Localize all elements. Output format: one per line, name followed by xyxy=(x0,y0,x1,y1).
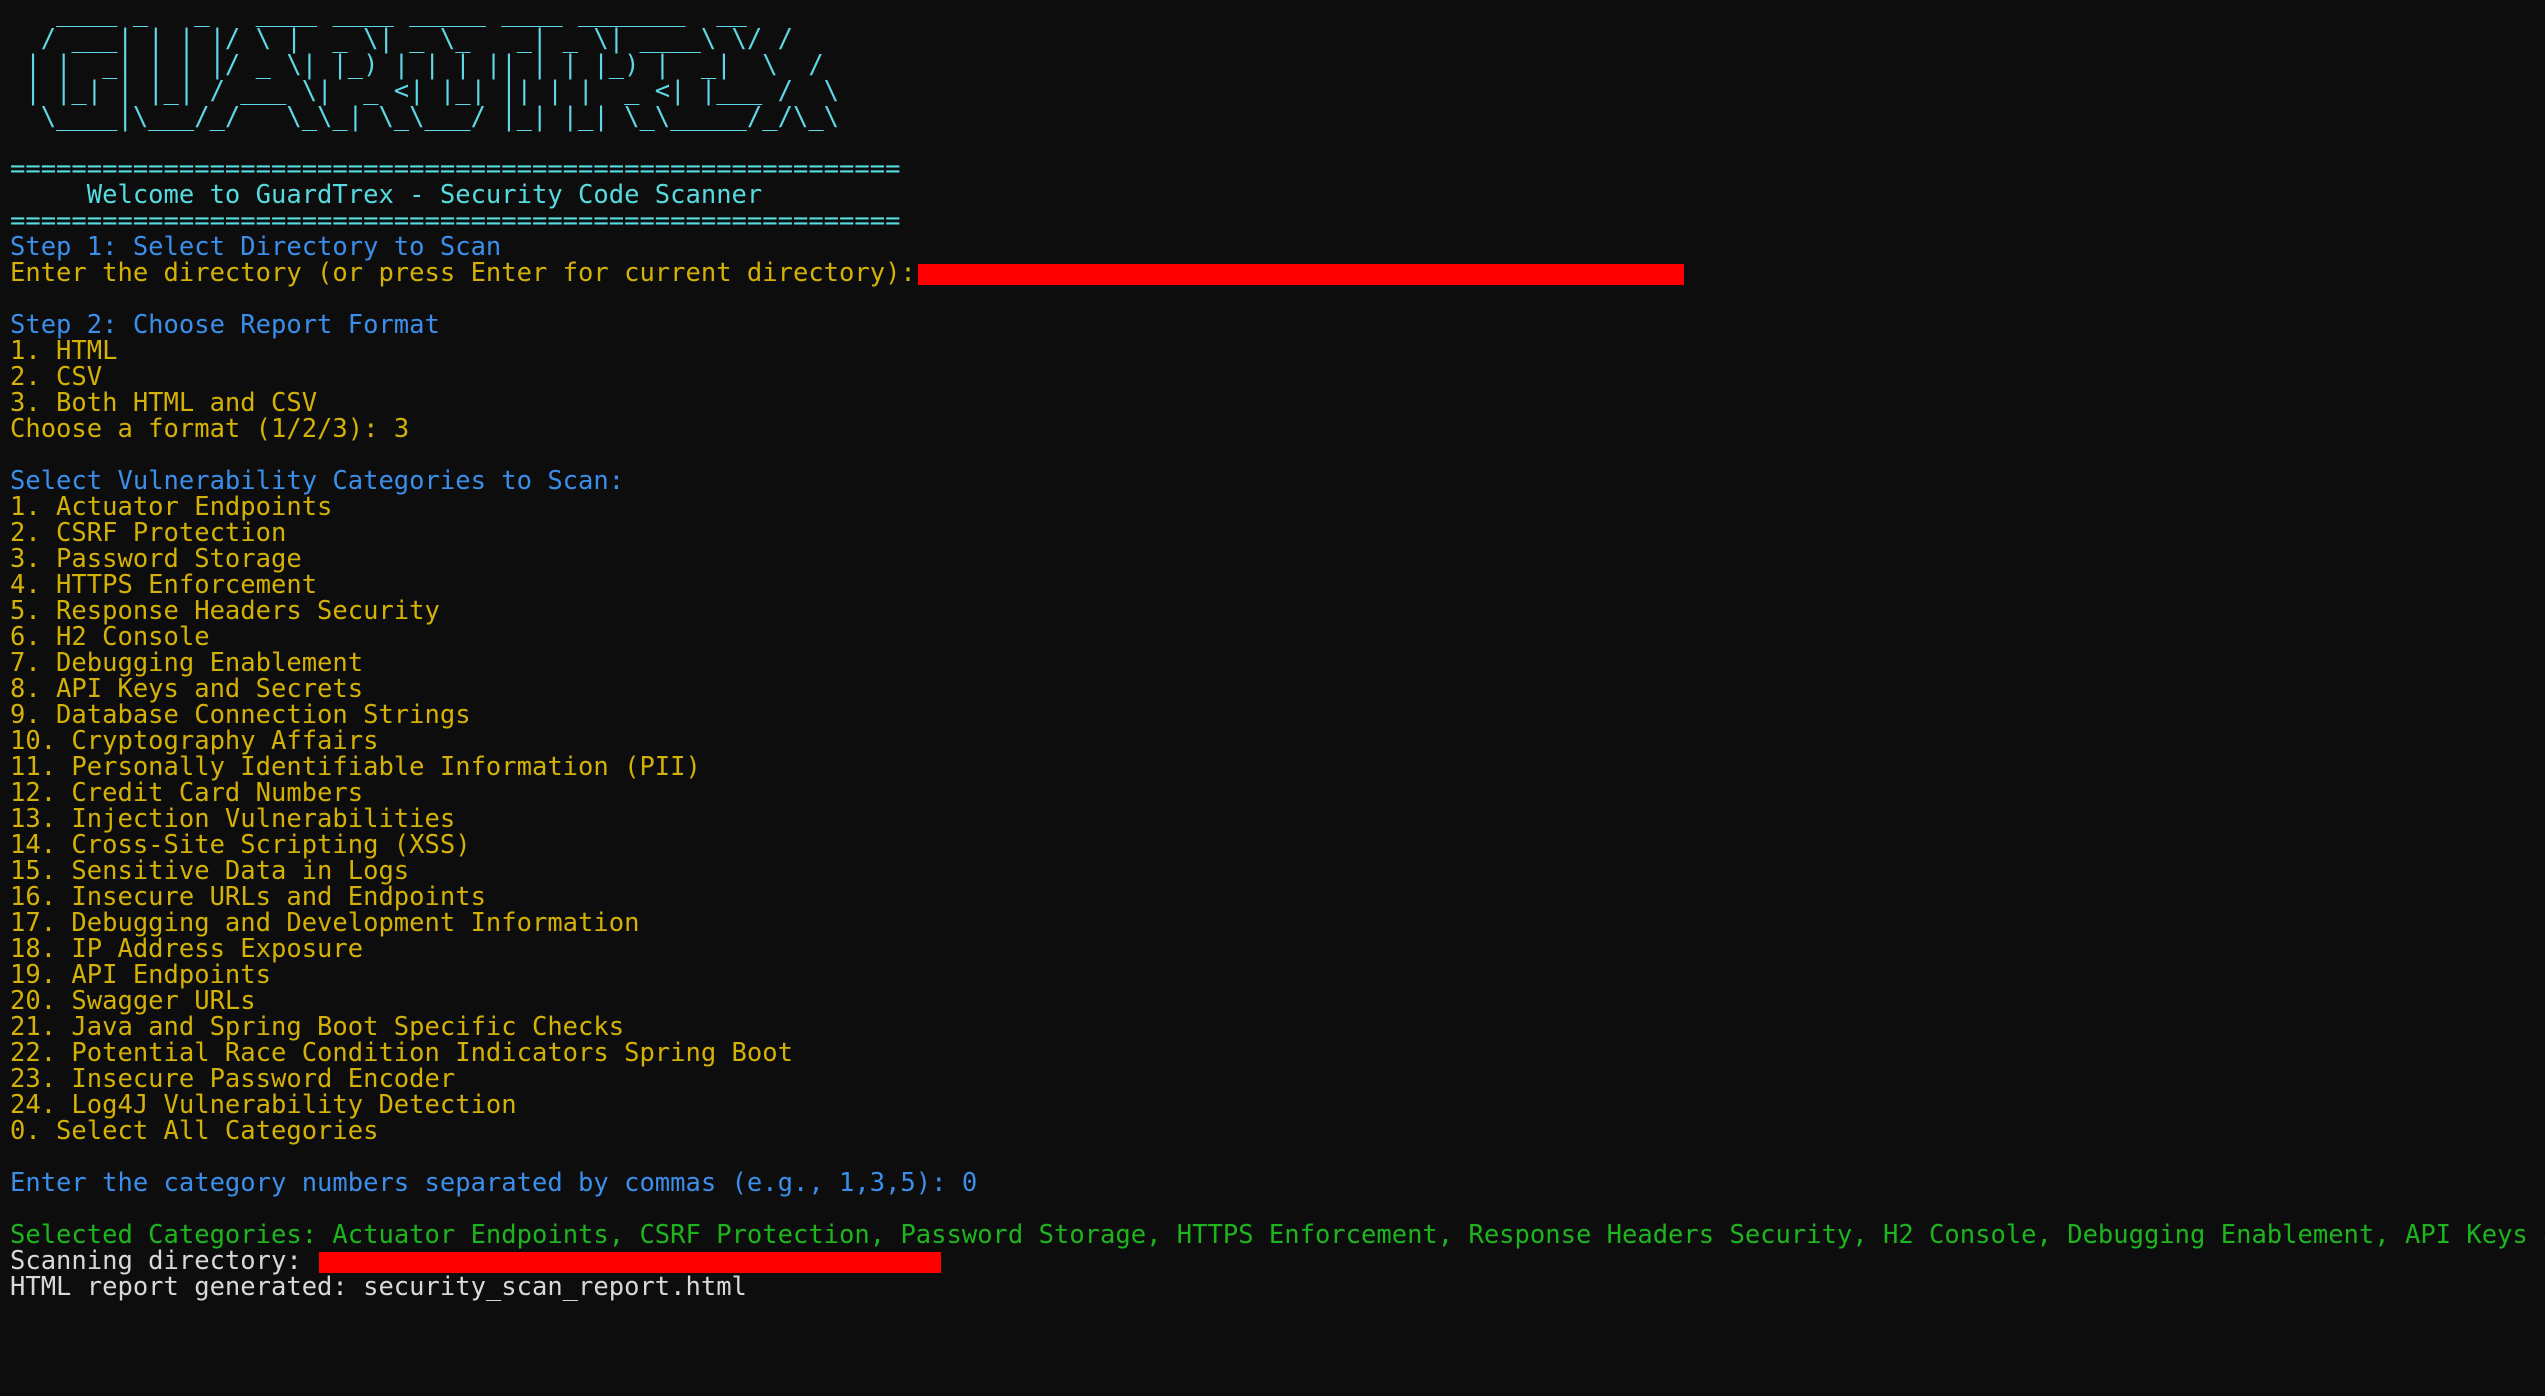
category-item[interactable]: 20. Swagger URLs xyxy=(10,988,2545,1014)
selected-categories-value: Actuator Endpoints, CSRF Protection, Pas… xyxy=(332,1220,2545,1250)
blank-line xyxy=(10,1144,2545,1170)
step2-prompt-line: Choose a format (1/2/3): 3 xyxy=(10,416,2545,442)
step2-option-both[interactable]: 3. Both HTML and CSV xyxy=(10,390,2545,416)
category-item[interactable]: 11. Personally Identifiable Information … xyxy=(10,754,2545,780)
category-list: 1. Actuator Endpoints2. CSRF Protection3… xyxy=(10,494,2545,1144)
category-item[interactable]: 12. Credit Card Numbers xyxy=(10,780,2545,806)
category-item[interactable]: 17. Debugging and Development Informatio… xyxy=(10,910,2545,936)
category-input-label: Enter the category numbers separated by … xyxy=(10,1168,962,1198)
category-item[interactable]: 14. Cross-Site Scripting (XSS) xyxy=(10,832,2545,858)
category-item[interactable]: 24. Log4J Vulnerability Detection xyxy=(10,1092,2545,1118)
category-item[interactable]: 19. API Endpoints xyxy=(10,962,2545,988)
category-item[interactable]: 15. Sensitive Data in Logs xyxy=(10,858,2545,884)
blank-line xyxy=(10,130,2545,156)
directory-input-redaction[interactable] xyxy=(918,264,1684,285)
step2-option-csv[interactable]: 2. CSV xyxy=(10,364,2545,390)
category-item[interactable]: 23. Insecure Password Encoder xyxy=(10,1066,2545,1092)
category-item[interactable]: 6. H2 Console xyxy=(10,624,2545,650)
blank-line xyxy=(10,286,2545,312)
category-item[interactable]: 7. Debugging Enablement xyxy=(10,650,2545,676)
category-item[interactable]: 0. Select All Categories xyxy=(10,1118,2545,1144)
category-item[interactable]: 8. API Keys and Secrets xyxy=(10,676,2545,702)
ascii-banner-line-2: / ___| | | |/ \ | _ \| _ \_ _| _ \| ____… xyxy=(10,26,2545,52)
html-report-generated-line: HTML report generated: security_scan_rep… xyxy=(10,1274,2545,1300)
category-item[interactable]: 10. Cryptography Affairs xyxy=(10,728,2545,754)
scanning-directory-redaction xyxy=(319,1252,941,1273)
category-input-value[interactable]: 0 xyxy=(962,1168,977,1198)
category-item[interactable]: 4. HTTPS Enforcement xyxy=(10,572,2545,598)
welcome-title: Welcome to GuardTrex - Security Code Sca… xyxy=(10,182,2545,208)
step1-heading: Step 1: Select Directory to Scan xyxy=(10,234,2545,260)
step2-prompt-label: Choose a format (1/2/3): xyxy=(10,414,394,444)
category-item[interactable]: 21. Java and Spring Boot Specific Checks xyxy=(10,1014,2545,1040)
ascii-banner-line-5: \____|\___/_/ \_\_| \_\___/ |_| |_| \_\_… xyxy=(10,104,2545,130)
step1-prompt-line: Enter the directory (or press Enter for … xyxy=(10,260,2545,286)
selected-categories-output: Selected Categories: Actuator Endpoints,… xyxy=(10,1222,2545,1248)
step2-heading: Step 2: Choose Report Format xyxy=(10,312,2545,338)
step2-input-value[interactable]: 3 xyxy=(394,414,409,444)
step1-prompt-label: Enter the directory (or press Enter for … xyxy=(10,258,916,288)
category-item[interactable]: 9. Database Connection Strings xyxy=(10,702,2545,728)
terminal-window: ____ _ _ ____ ____ _____ ____ _______ __… xyxy=(0,0,2545,1396)
banner-divider-top: ========================================… xyxy=(10,156,2545,182)
ascii-banner-line-3: | | _| | | |/ _ \| |_) | | | || | | |_) … xyxy=(10,52,2545,78)
category-input-line: Enter the category numbers separated by … xyxy=(10,1170,2545,1196)
category-item[interactable]: 5. Response Headers Security xyxy=(10,598,2545,624)
scanning-directory-line: Scanning directory: xyxy=(10,1248,2545,1274)
category-item[interactable]: 1. Actuator Endpoints xyxy=(10,494,2545,520)
category-item[interactable]: 22. Potential Race Condition Indicators … xyxy=(10,1040,2545,1066)
blank-line xyxy=(10,1196,2545,1222)
category-item[interactable]: 13. Injection Vulnerabilities xyxy=(10,806,2545,832)
category-item[interactable]: 18. IP Address Exposure xyxy=(10,936,2545,962)
blank-line xyxy=(10,442,2545,468)
banner-divider-bottom: ========================================… xyxy=(10,208,2545,234)
step2-option-html[interactable]: 1. HTML xyxy=(10,338,2545,364)
category-item[interactable]: 2. CSRF Protection xyxy=(10,520,2545,546)
categories-heading: Select Vulnerability Categories to Scan: xyxy=(10,468,2545,494)
category-item[interactable]: 16. Insecure URLs and Endpoints xyxy=(10,884,2545,910)
ascii-banner-line-4: | |_| | |_| / ___ \| _ <| |_| || | | _ <… xyxy=(10,78,2545,104)
category-item[interactable]: 3. Password Storage xyxy=(10,546,2545,572)
ascii-banner-line-1: ____ _ _ ____ ____ _____ ____ _______ __ xyxy=(10,0,2545,26)
